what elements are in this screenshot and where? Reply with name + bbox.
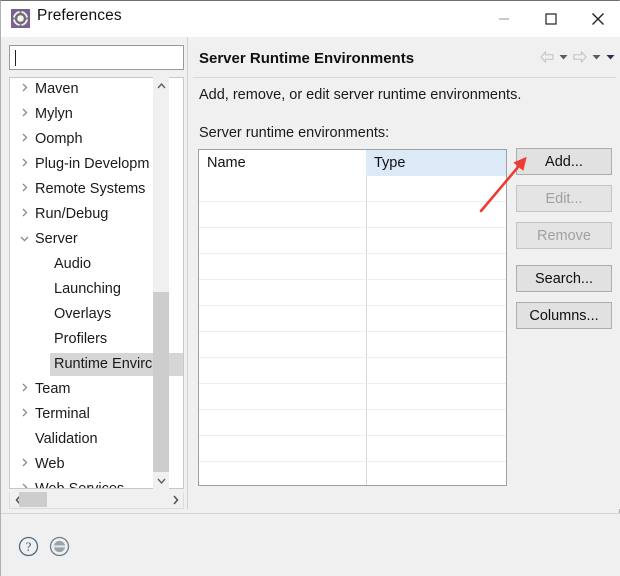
page-description: Add, remove, or edit server runtime envi…: [199, 87, 522, 103]
chevron-right-icon[interactable]: [17, 477, 31, 489]
restore-icon[interactable]: [49, 536, 70, 562]
forward-dropdown-icon[interactable]: [592, 54, 601, 60]
maximize-button[interactable]: [527, 1, 574, 37]
chevron-right-icon[interactable]: [17, 127, 31, 152]
page-title: Server Runtime Environments: [199, 50, 415, 67]
table-row[interactable]: [199, 332, 506, 358]
preference-filter-input[interactable]: [9, 45, 184, 70]
chevron-up-icon[interactable]: [153, 77, 169, 94]
minimize-button[interactable]: [480, 1, 527, 37]
title-divider: [193, 77, 616, 78]
column-header-type[interactable]: Type: [366, 150, 506, 176]
search-button[interactable]: Search...: [516, 265, 612, 292]
chevron-right-icon[interactable]: [17, 402, 31, 427]
tree-item-label: Launching: [54, 281, 121, 297]
chevron-right-icon[interactable]: [17, 152, 31, 177]
tree-item-label: Validation: [35, 431, 98, 447]
chevron-right-icon[interactable]: [17, 202, 31, 227]
tree-item-label: Audio: [54, 256, 92, 272]
preferences-dialog: Preferences Maven Mylyn Oomph Plug-in Devel…: [0, 0, 620, 576]
tree-scroll-thumb[interactable]: [153, 292, 169, 472]
table-row[interactable]: [199, 410, 506, 436]
list-label: Server runtime environments:: [199, 125, 390, 141]
column-header-name[interactable]: Name: [199, 150, 366, 176]
tree-item-label: Maven: [35, 81, 79, 97]
chevron-right-icon[interactable]: [17, 77, 31, 102]
content-nav-icons: [540, 51, 615, 63]
table-row[interactable]: [199, 462, 506, 485]
tree-vertical-scrollbar[interactable]: [153, 77, 169, 489]
table-row[interactable]: [199, 176, 506, 202]
table-header: Name Type: [199, 150, 506, 176]
table-row[interactable]: [199, 228, 506, 254]
chevron-right-icon[interactable]: [17, 377, 31, 402]
chevron-down-icon[interactable]: [153, 472, 169, 489]
preferences-gear-icon: [11, 9, 30, 28]
table-row[interactable]: [199, 384, 506, 410]
tree-item-label: Oomph: [35, 131, 83, 147]
table-row[interactable]: [199, 358, 506, 384]
tree-horizontal-scrollbar[interactable]: [9, 492, 184, 509]
remove-button: Remove: [516, 222, 612, 249]
tree-hscroll-thumb[interactable]: [19, 492, 47, 507]
window-controls: [480, 1, 620, 37]
tree-item-label: Terminal: [35, 406, 90, 422]
table-row[interactable]: [199, 202, 506, 228]
chevron-right-icon[interactable]: [17, 102, 31, 127]
table-body: [199, 176, 506, 485]
tree-item-label: Web Services: [35, 481, 125, 489]
chevron-right-icon[interactable]: [17, 452, 31, 477]
window-title: Preferences: [37, 7, 122, 24]
runtime-environments-table[interactable]: Name Type: [198, 149, 507, 486]
footer-bar: ? Apply and Close Cancel: [1, 514, 620, 576]
table-row[interactable]: [199, 254, 506, 280]
tree-item-label: Team: [35, 381, 71, 397]
content-pane: Server Runtime Environments Add, remove,…: [188, 37, 620, 509]
edit-button: Edit...: [516, 185, 612, 212]
svg-text:?: ?: [26, 540, 32, 554]
title-bar: Preferences: [1, 1, 620, 37]
close-button[interactable]: [574, 1, 620, 37]
forward-arrow-icon[interactable]: [573, 51, 587, 63]
table-row[interactable]: [199, 436, 506, 462]
text-caret: [15, 50, 16, 66]
columns-button[interactable]: Columns...: [516, 302, 612, 329]
chevron-right-icon[interactable]: [17, 177, 31, 202]
table-row[interactable]: [199, 280, 506, 306]
tree-item-label: Overlays: [54, 306, 112, 322]
tree-item-label: Runtime Envirc: [54, 356, 153, 372]
add-button[interactable]: Add...: [516, 148, 612, 175]
tree-item-label: Run/Debug: [35, 206, 109, 222]
chevron-down-icon[interactable]: [17, 227, 31, 252]
chevron-right-icon[interactable]: [167, 492, 183, 507]
back-arrow-icon[interactable]: [540, 51, 554, 63]
tree-item-label: Mylyn: [35, 106, 73, 122]
tree-item-label: Plug-in Developm: [35, 156, 150, 172]
tree-item-label: Profilers: [54, 331, 108, 347]
view-menu-icon[interactable]: [606, 54, 615, 60]
table-row[interactable]: [199, 306, 506, 332]
back-dropdown-icon[interactable]: [559, 54, 568, 60]
tree-item-label: Server: [35, 231, 78, 247]
tree-item-label: Remote Systems: [35, 181, 146, 197]
tree-item-label: Web: [35, 456, 65, 472]
help-icon[interactable]: ?: [18, 536, 39, 562]
